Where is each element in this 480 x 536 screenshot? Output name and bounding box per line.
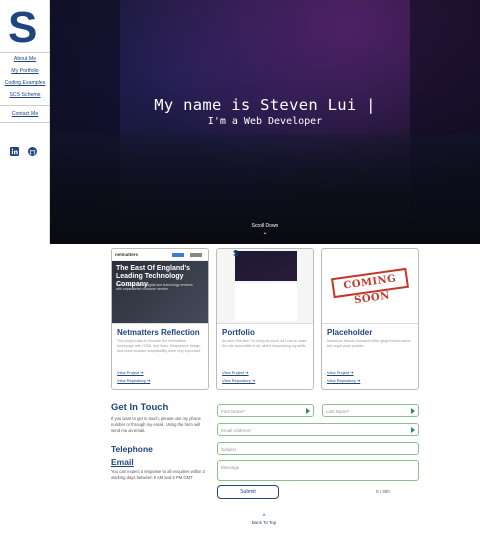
contact-intro: If you want to get in touch, please use … <box>111 416 201 433</box>
github-icon[interactable] <box>28 143 37 156</box>
project-title: Netmatters Reflection <box>117 328 200 337</box>
nav-my-portfolio[interactable]: My Portfolio <box>0 65 50 77</box>
view-repository-link[interactable]: View Repository ➔ <box>222 378 255 383</box>
contact-heading: Get In Touch <box>111 402 169 413</box>
back-to-top-button[interactable]: ^ Back To Top <box>244 514 284 525</box>
project-description: This project was to recreate the Netmatt… <box>117 339 201 353</box>
view-project-link[interactable]: View Project ➔ <box>327 370 354 375</box>
typing-cursor: | <box>366 96 376 114</box>
thumb-button <box>172 253 184 257</box>
project-card-portfolio: S Portfolio As seen this site! I'm doing… <box>216 248 314 390</box>
project-title: Placeholder <box>327 328 373 337</box>
view-repository-link[interactable]: View Repository ➔ <box>117 378 150 383</box>
email-field[interactable]: Email Address* <box>217 423 419 436</box>
arrow-icon <box>411 427 415 433</box>
view-project-link[interactable]: View Project ➔ <box>222 370 249 375</box>
thumb-header: netmatters <box>112 249 208 261</box>
social-links <box>10 143 37 156</box>
project-thumbnail[interactable]: netmatters The East Of England's Leading… <box>112 249 208 324</box>
submit-button[interactable]: Submit <box>217 485 279 499</box>
last-name-field[interactable]: Last Name* <box>322 404 419 417</box>
hero-banner: My name is Steven Lui | I'm a Web Develo… <box>50 0 480 244</box>
coming-soon-stamp: COMING SOON <box>330 267 410 306</box>
linkedin-icon[interactable] <box>10 143 19 156</box>
thumb-screenshot <box>235 251 297 281</box>
view-project-link[interactable]: View Project ➔ <box>117 370 144 375</box>
response-note: You can expect a response to all enquiri… <box>111 469 205 480</box>
hero-subtitle: I'm a Web Developer <box>207 116 323 127</box>
telephone-link[interactable]: Telephone <box>111 444 153 454</box>
character-counter: 0 / 300 <box>376 489 390 494</box>
scroll-down-label: Scroll Down <box>251 223 279 229</box>
page: S About Me My Portfolio Coding Examples … <box>0 0 480 536</box>
arrow-icon <box>306 408 310 414</box>
subject-field[interactable]: Subject <box>217 442 419 455</box>
site-logo[interactable]: S <box>8 6 37 50</box>
thumb-subtext: Performance driven digital and technolog… <box>116 283 193 291</box>
thumb-document <box>235 283 297 321</box>
view-repository-link[interactable]: View Repository ➔ <box>327 378 360 383</box>
message-field[interactable]: Message <box>217 460 419 481</box>
nav-coding-examples[interactable]: Coding Examples <box>0 77 50 89</box>
project-thumbnail[interactable]: COMING SOON <box>322 249 418 324</box>
sidebar-nav: About Me My Portfolio Coding Examples SC… <box>0 52 50 123</box>
project-thumbnail[interactable]: S <box>217 249 313 324</box>
nav-about-me[interactable]: About Me <box>0 53 50 65</box>
thumb-logo: S <box>233 249 239 258</box>
sidebar: S About Me My Portfolio Coding Examples … <box>0 0 50 244</box>
nav-contact-me[interactable]: Contact Me <box>0 105 50 123</box>
back-to-top-label: Back To Top <box>251 520 277 525</box>
project-description: As seen this site! I'm doing as much as … <box>222 339 307 348</box>
scroll-down-button[interactable]: Scroll Down ⌄ <box>50 223 480 236</box>
thumb-button <box>190 253 202 257</box>
hero-title: My name is Steven Lui | <box>154 96 376 114</box>
project-card-netmatters: netmatters The East Of England's Leading… <box>111 248 209 390</box>
project-description: Macaroon biscuit croissant toffee ginger… <box>327 339 412 348</box>
email-link[interactable]: Email <box>111 457 134 467</box>
arrow-icon <box>411 408 415 414</box>
thumb-logo: netmatters <box>115 252 139 257</box>
chevron-down-icon: ⌄ <box>262 230 268 236</box>
first-name-field[interactable]: First Name* <box>217 404 314 417</box>
nav-scs-scheme[interactable]: SCS Scheme <box>0 89 50 101</box>
project-title: Portfolio <box>222 328 255 337</box>
project-card-placeholder: COMING SOON Placeholder Macaroon biscuit… <box>321 248 419 390</box>
